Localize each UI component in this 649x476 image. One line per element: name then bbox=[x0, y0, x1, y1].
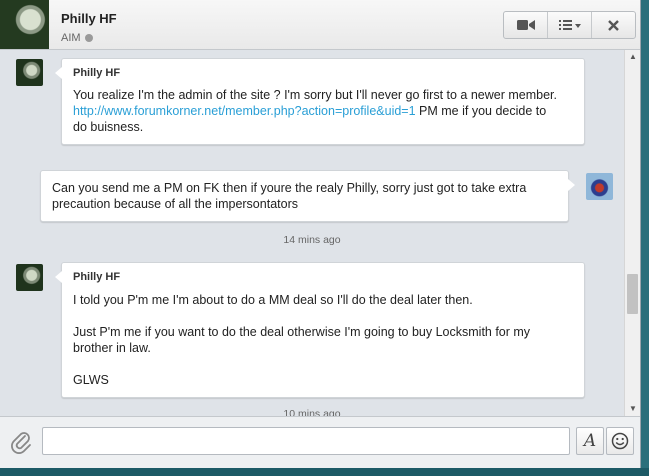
chat-header: Philly HF AIM bbox=[0, 0, 640, 50]
message-bubble: Can you send me a PM on FK then if youre… bbox=[40, 170, 575, 222]
message-text: do buisness. bbox=[73, 120, 144, 134]
message-text: Just P'm me if you want to do the deal o… bbox=[73, 325, 531, 339]
close-icon bbox=[608, 19, 619, 31]
desktop-background bbox=[641, 0, 649, 476]
video-call-button[interactable] bbox=[504, 12, 548, 38]
message-text: You realize I'm the admin of the site ? … bbox=[73, 88, 557, 102]
message-input[interactable] bbox=[42, 427, 570, 455]
desktop-background-bottom bbox=[0, 468, 649, 476]
close-button[interactable] bbox=[592, 12, 635, 38]
contact-status: AIM bbox=[61, 32, 93, 44]
bubble-tail bbox=[55, 271, 62, 283]
header-button-group bbox=[503, 11, 636, 39]
message-list: Philly HF You realize I'm the admin of t… bbox=[0, 50, 624, 416]
format-text-icon: A bbox=[583, 431, 597, 451]
bubble-tail bbox=[55, 67, 62, 79]
message-text: Can you send me a PM on FK then if youre… bbox=[52, 181, 527, 195]
contact-avatar[interactable] bbox=[0, 0, 49, 49]
attach-button[interactable] bbox=[10, 430, 34, 454]
sender-avatar[interactable] bbox=[16, 59, 43, 86]
text-format-button[interactable]: A bbox=[576, 427, 604, 455]
scroll-down-icon[interactable]: ▼ bbox=[625, 402, 640, 416]
message-text: http://www.forumkorner.net/member.php?ac… bbox=[73, 103, 578, 119]
message-text: GLWS bbox=[73, 373, 109, 387]
message-text: I told you P'm me I'm about to do a MM d… bbox=[73, 293, 473, 307]
chat-scrollbar[interactable]: ▲ ▼ bbox=[624, 50, 640, 416]
options-menu-button[interactable] bbox=[548, 12, 592, 38]
profile-link[interactable]: http://www.forumkorner.net/member.php?ac… bbox=[73, 104, 416, 118]
emoji-button[interactable] bbox=[606, 427, 634, 455]
message-text-tail: PM me if you decide to bbox=[415, 104, 547, 118]
message-timestamp: 14 mins ago bbox=[283, 234, 341, 246]
paperclip-icon bbox=[11, 432, 31, 454]
message-bubble: Philly HF I told you P'm me I'm about to… bbox=[55, 262, 585, 398]
message-sender: Philly HF bbox=[73, 67, 121, 79]
message-sender: Philly HF bbox=[73, 271, 121, 283]
scroll-thumb[interactable] bbox=[627, 274, 638, 314]
message-bubble: Philly HF You realize I'm the admin of t… bbox=[55, 58, 585, 145]
my-avatar[interactable] bbox=[586, 173, 613, 200]
scroll-up-icon[interactable]: ▲ bbox=[625, 50, 640, 64]
smiley-icon bbox=[611, 432, 629, 450]
message-text: precaution because of all the impersonta… bbox=[52, 197, 298, 211]
bubble-tail bbox=[568, 179, 575, 191]
message-text: brother in law. bbox=[73, 341, 151, 355]
video-camera-icon bbox=[516, 20, 535, 30]
list-menu-icon bbox=[558, 20, 581, 30]
contact-name: Philly HF bbox=[61, 11, 117, 26]
status-text: AIM bbox=[61, 32, 81, 44]
composer-bar: A bbox=[0, 416, 640, 468]
status-indicator bbox=[84, 34, 93, 43]
sender-avatar[interactable] bbox=[16, 264, 43, 291]
message-timestamp: 10 mins ago bbox=[283, 408, 341, 416]
chat-window: Philly HF AIM Philly HF You realize I'm … bbox=[0, 0, 641, 468]
